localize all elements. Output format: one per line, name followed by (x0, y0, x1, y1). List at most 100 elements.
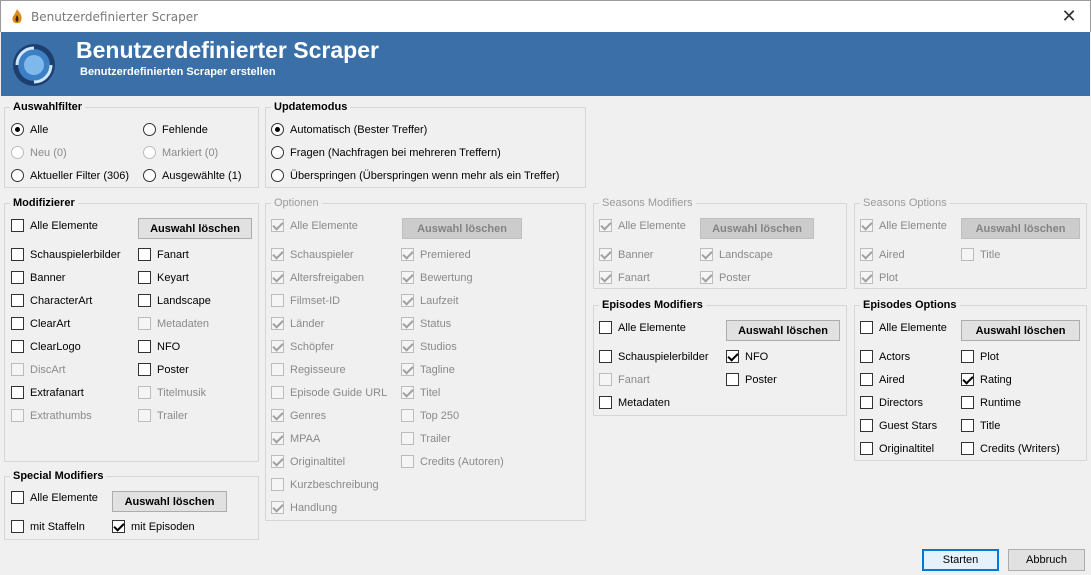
checkbox-characterart[interactable]: CharacterArt (11, 294, 92, 307)
checkbox-mit-episoden[interactable]: mit Episoden (112, 520, 195, 533)
checkbox[interactable] (726, 373, 739, 386)
checkbox[interactable] (112, 520, 125, 533)
checkbox-runtime[interactable]: Runtime (961, 396, 1021, 409)
checkbox[interactable] (860, 373, 873, 386)
checkbox (271, 340, 284, 353)
radio-button[interactable] (271, 123, 284, 136)
checkbox-alle-elemente[interactable]: Alle Elemente (599, 321, 686, 334)
checkbox-clearart[interactable]: ClearArt (11, 317, 70, 330)
radio-automatisch[interactable]: Automatisch (Bester Treffer) (271, 123, 427, 136)
checkbox[interactable] (138, 294, 151, 307)
checkbox[interactable] (599, 350, 612, 363)
radio-fehlende[interactable]: Fehlende (143, 123, 208, 136)
abbruch-button[interactable]: Abbruch (1008, 549, 1085, 571)
radio-aktueller-filter[interactable]: Aktueller Filter (306) (11, 169, 129, 182)
checkbox-title[interactable]: Title (961, 419, 1000, 432)
checkbox[interactable] (860, 350, 873, 363)
checkbox[interactable] (11, 248, 24, 261)
starten-button[interactable]: Starten (922, 549, 999, 571)
checkbox-nfo[interactable]: NFO (138, 340, 180, 353)
checkbox (401, 455, 414, 468)
episodes-modifiers-group: Episodes Modifiers Alle Elemente Auswahl… (593, 299, 847, 416)
checkbox-originaltitel[interactable]: Originaltitel (860, 442, 934, 455)
checkbox (700, 271, 713, 284)
checkbox-top-250: Top 250 (401, 409, 459, 422)
checkbox (599, 271, 612, 284)
checkbox-alle-elemente[interactable]: Alle Elemente (860, 321, 947, 334)
checkbox[interactable] (860, 419, 873, 432)
checkbox-clearlogo[interactable]: ClearLogo (11, 340, 81, 353)
checkbox-mit-staffeln[interactable]: mit Staffeln (11, 520, 85, 533)
checkbox-rating[interactable]: Rating (961, 373, 1012, 386)
checkbox[interactable] (860, 396, 873, 409)
auswahl-loeschen-button[interactable]: Auswahl löschen (961, 320, 1080, 341)
checkbox-originaltitel: Originaltitel (271, 455, 345, 468)
checkbox-banner[interactable]: Banner (11, 271, 65, 284)
checkbox-fanart[interactable]: Fanart (138, 248, 189, 261)
checkbox-aired[interactable]: Aired (860, 373, 905, 386)
checkbox-credits-autoren: Credits (Autoren) (401, 455, 504, 468)
checkbox[interactable] (961, 350, 974, 363)
checkbox-poster[interactable]: Poster (726, 373, 777, 386)
checkbox[interactable] (138, 340, 151, 353)
checkbox[interactable] (860, 321, 873, 334)
checkbox-schauspielerbilder[interactable]: Schauspielerbilder (599, 350, 709, 363)
radio-ausgewaehlte[interactable]: Ausgewählte (1) (143, 169, 242, 182)
checkbox-metadaten[interactable]: Metadaten (599, 396, 670, 409)
checkbox[interactable] (138, 248, 151, 261)
checkbox-metadaten: Metadaten (138, 317, 209, 330)
close-icon[interactable]: ✕ (1058, 5, 1080, 27)
checkbox-alle-elemente[interactable]: Alle Elemente (11, 491, 98, 504)
radio-button[interactable] (11, 169, 24, 182)
checkbox-title: Title (961, 248, 1000, 261)
radio-button[interactable] (143, 169, 156, 182)
checkbox[interactable] (138, 363, 151, 376)
checkbox[interactable] (726, 350, 739, 363)
checkbox[interactable] (961, 396, 974, 409)
checkbox[interactable] (11, 340, 24, 353)
checkbox-directors[interactable]: Directors (860, 396, 923, 409)
checkbox[interactable] (11, 520, 24, 533)
auswahl-loeschen-button: Auswahl löschen (700, 218, 814, 239)
checkbox[interactable] (860, 442, 873, 455)
auswahl-loeschen-button[interactable]: Auswahl löschen (138, 218, 252, 239)
auswahl-loeschen-button[interactable]: Auswahl löschen (112, 491, 227, 512)
checkbox (271, 478, 284, 491)
checkbox[interactable] (961, 442, 974, 455)
radio-button[interactable] (271, 169, 284, 182)
checkbox-extrafanart[interactable]: Extrafanart (11, 386, 84, 399)
checkbox-actors[interactable]: Actors (860, 350, 910, 363)
special-modifiers-legend: Special Modifiers (10, 470, 107, 482)
auswahl-loeschen-button[interactable]: Auswahl löschen (726, 320, 840, 341)
radio-fragen[interactable]: Fragen (Nachfragen bei mehreren Treffern… (271, 146, 501, 159)
checkbox[interactable] (11, 491, 24, 504)
checkbox-landscape[interactable]: Landscape (138, 294, 211, 307)
checkbox[interactable] (11, 219, 24, 232)
checkbox-guest-stars[interactable]: Guest Stars (860, 419, 937, 432)
checkbox[interactable] (961, 419, 974, 432)
checkbox-poster[interactable]: Poster (138, 363, 189, 376)
checkbox[interactable] (11, 294, 24, 307)
checkbox[interactable] (11, 386, 24, 399)
radio-ueberspringen[interactable]: Überspringen (Überspringen wenn mehr als… (271, 169, 559, 182)
checkbox[interactable] (138, 271, 151, 284)
checkbox[interactable] (599, 396, 612, 409)
checkbox (271, 271, 284, 284)
checkbox-credits-writers[interactable]: Credits (Writers) (961, 442, 1060, 455)
checkbox-plot[interactable]: Plot (961, 350, 999, 363)
checkbox[interactable] (599, 321, 612, 334)
checkbox-titel: Titel (401, 386, 440, 399)
checkbox-alle-elemente[interactable]: Alle Elemente (11, 219, 98, 232)
optionen-group: Optionen Alle Elemente Auswahl löschen S… (265, 197, 586, 521)
checkbox-schauspielerbilder[interactable]: Schauspielerbilder (11, 248, 121, 261)
radio-button[interactable] (11, 123, 24, 136)
radio-button[interactable] (143, 123, 156, 136)
checkbox[interactable] (11, 317, 24, 330)
modifizierer-legend: Modifizierer (10, 197, 78, 209)
checkbox[interactable] (961, 373, 974, 386)
radio-button[interactable] (271, 146, 284, 159)
checkbox[interactable] (11, 271, 24, 284)
radio-alle[interactable]: Alle (11, 123, 48, 136)
checkbox-keyart[interactable]: Keyart (138, 271, 189, 284)
checkbox-nfo[interactable]: NFO (726, 350, 768, 363)
